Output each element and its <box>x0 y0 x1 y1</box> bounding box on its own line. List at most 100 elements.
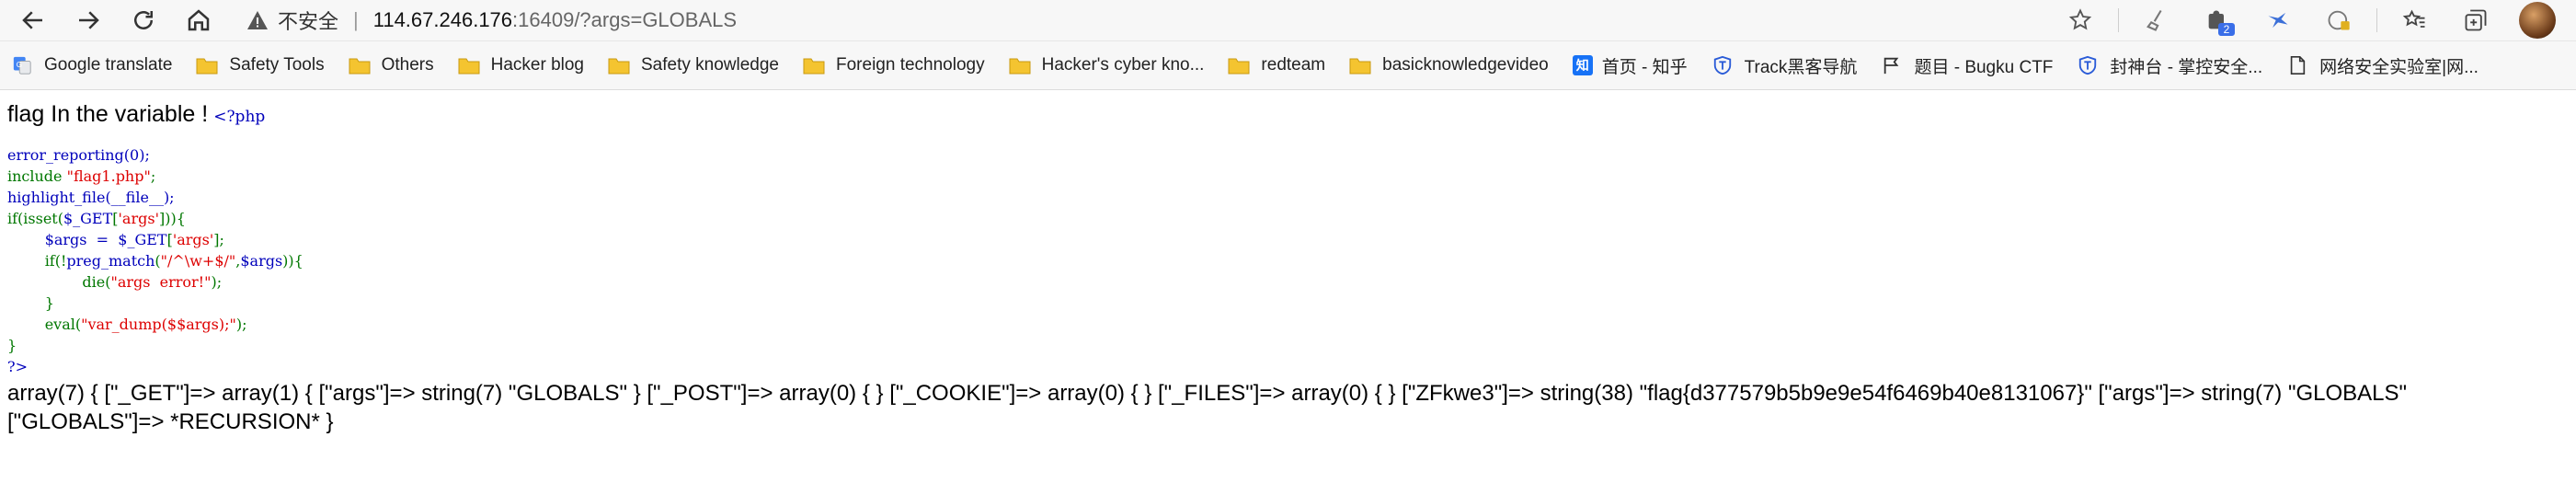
folder-icon <box>803 58 825 75</box>
bookmark-folder-others[interactable]: Others <box>349 55 434 75</box>
php-source-code: error_reporting(0); include "flag1.php";… <box>7 144 2576 377</box>
reload-button[interactable] <box>121 2 166 39</box>
flag-icon <box>1884 57 1899 75</box>
code-line: highlight_file(__file__); <box>7 189 175 206</box>
home-button[interactable] <box>177 2 221 39</box>
code-punct: )){ <box>282 252 303 270</box>
var-dump-output: array(7) { ["_GET"]=> array(1) { ["args"… <box>7 379 2576 436</box>
code-keyword: include <box>7 167 67 185</box>
code-string: "flag1.php" <box>66 167 151 185</box>
bookmark-folder-safety-tools[interactable]: Safety Tools <box>196 55 325 75</box>
forward-button[interactable] <box>66 2 110 39</box>
php-open-tag: <?php <box>213 108 266 126</box>
bookmark-label: Hacker blog <box>490 55 584 75</box>
bookmark-label: basicknowledgevideo <box>1382 55 1549 75</box>
address-bar[interactable]: 不安全 | 114.67.246.176:16409/?args=GLOBALS <box>246 3 737 38</box>
bookmark-zhihu[interactable]: 知 首页 - 知乎 <box>1572 53 1688 78</box>
bookmarks-bar: G Google translate Safety Tools Others H… <box>0 41 2576 90</box>
bookmark-label: 题目 - Bugku CTF <box>1914 57 2054 77</box>
collections-button[interactable] <box>2460 5 2491 36</box>
star-add-icon <box>2068 8 2092 30</box>
bookmark-folder-safety-knowledge[interactable]: Safety knowledge <box>608 55 779 75</box>
code-string: "/^\w+$/" <box>160 252 236 270</box>
code-keyword: eval( <box>7 316 82 333</box>
folder-icon <box>608 58 630 75</box>
extension-button-1[interactable] <box>2141 5 2172 36</box>
folder-icon <box>349 58 371 75</box>
warning-icon <box>247 11 268 29</box>
bookmark-label: Track黑客导航 <box>1744 57 1858 77</box>
bookmark-folder-basicknowledgevideo[interactable]: basicknowledgevideo <box>1349 55 1549 75</box>
arrow-right-icon <box>79 11 99 29</box>
code-var: $args <box>240 252 283 270</box>
page-headline: flag In the variable ! <?php <box>7 101 2576 128</box>
bookmark-bugku[interactable]: 题目 - Bugku CTF <box>1881 53 2053 78</box>
output-line: ["GLOBALS"]=> *RECURSION* } <box>7 409 334 434</box>
code-punct: ]; <box>213 231 224 248</box>
bookmark-label: Safety knowledge <box>641 55 779 75</box>
toolbar-right: 2 <box>2050 0 2576 40</box>
bookmark-folder-hackers-cyber[interactable]: Hacker's cyber kno... <box>1009 55 1205 75</box>
url-path: :16409/?args=GLOBALS <box>512 8 738 31</box>
bookmark-fengshentai[interactable]: 封神台 - 掌控安全... <box>2077 53 2262 78</box>
home-icon <box>188 9 210 31</box>
folder-icon <box>1349 58 1371 75</box>
code-func: preg_match <box>66 252 155 270</box>
code-line: error_reporting(0); <box>7 146 150 164</box>
bookmark-google-translate[interactable]: G Google translate <box>11 55 172 75</box>
bookmark-track[interactable]: Track黑客导航 <box>1712 53 1858 78</box>
code-var: $_GET <box>63 210 113 227</box>
bookmark-folder-foreign-technology[interactable]: Foreign technology <box>803 55 985 75</box>
extension-button-2[interactable]: 2 <box>2202 5 2235 36</box>
bookmark-label: Foreign technology <box>836 55 985 75</box>
favorites-list-icon <box>2402 9 2425 28</box>
bookmark-network-lab[interactable]: 网络安全实验室|网... <box>2286 53 2479 78</box>
php-close-tag: ?> <box>7 358 28 375</box>
code-var: $args = $_GET <box>7 231 167 248</box>
code-keyword: die( <box>7 273 111 291</box>
extension-badge: 2 <box>2218 23 2235 36</box>
back-button[interactable] <box>11 2 55 39</box>
favorite-star-button[interactable] <box>2065 5 2096 36</box>
bookmark-label: Hacker's cyber kno... <box>1041 55 1205 75</box>
bookmark-label: 封神台 - 掌控安全... <box>2110 57 2263 77</box>
document-icon <box>2290 56 2306 75</box>
bookmark-label: 网络安全实验室|网... <box>2319 57 2479 77</box>
browser-toolbar: 不安全 | 114.67.246.176:16409/?args=GLOBALS… <box>0 0 2576 41</box>
code-punct: ); <box>211 273 223 291</box>
folder-icon <box>1009 58 1031 75</box>
insecure-label: 不安全 <box>278 10 339 33</box>
extension-button-3[interactable] <box>2262 5 2294 36</box>
bookmark-label: Others <box>381 55 434 75</box>
folder-icon <box>196 58 218 75</box>
globe-lock-icon <box>2328 10 2350 30</box>
code-punct: } <box>7 337 17 354</box>
toolbar-divider <box>2118 8 2119 32</box>
output-line: array(7) { ["_GET"]=> array(1) { ["args"… <box>7 381 2408 406</box>
google-translate-icon: G <box>13 56 31 75</box>
folder-icon <box>458 58 480 75</box>
profile-avatar[interactable] <box>2519 2 2556 39</box>
favorites-button[interactable] <box>2399 5 2431 36</box>
url-host: 114.67.246.176 <box>372 8 513 31</box>
svg-text:G: G <box>17 60 22 69</box>
bookmark-folder-redteam[interactable]: redteam <box>1228 55 1325 75</box>
toolbar-divider <box>2376 8 2377 32</box>
broom-icon <box>2147 9 2162 31</box>
bookmark-label: 首页 - 知乎 <box>1601 57 1688 77</box>
extension-button-4[interactable] <box>2323 5 2354 36</box>
bookmark-label: redteam <box>1261 55 1326 75</box>
folder-icon <box>1228 58 1250 75</box>
bookmark-label: Google translate <box>44 55 173 75</box>
code-string: "args error!" <box>110 273 212 291</box>
code-punct: ; <box>150 167 156 185</box>
address-separator: | <box>353 8 359 31</box>
reload-icon <box>134 11 153 29</box>
bookmark-folder-hacker-blog[interactable]: Hacker blog <box>458 55 584 75</box>
code-string: 'args' <box>118 210 159 227</box>
code-punct: ); <box>235 316 247 333</box>
shield-icon <box>2079 55 2097 75</box>
bookmark-label: Safety Tools <box>229 55 325 75</box>
code-string: 'args' <box>172 231 214 248</box>
code-keyword: if(! <box>7 252 67 270</box>
